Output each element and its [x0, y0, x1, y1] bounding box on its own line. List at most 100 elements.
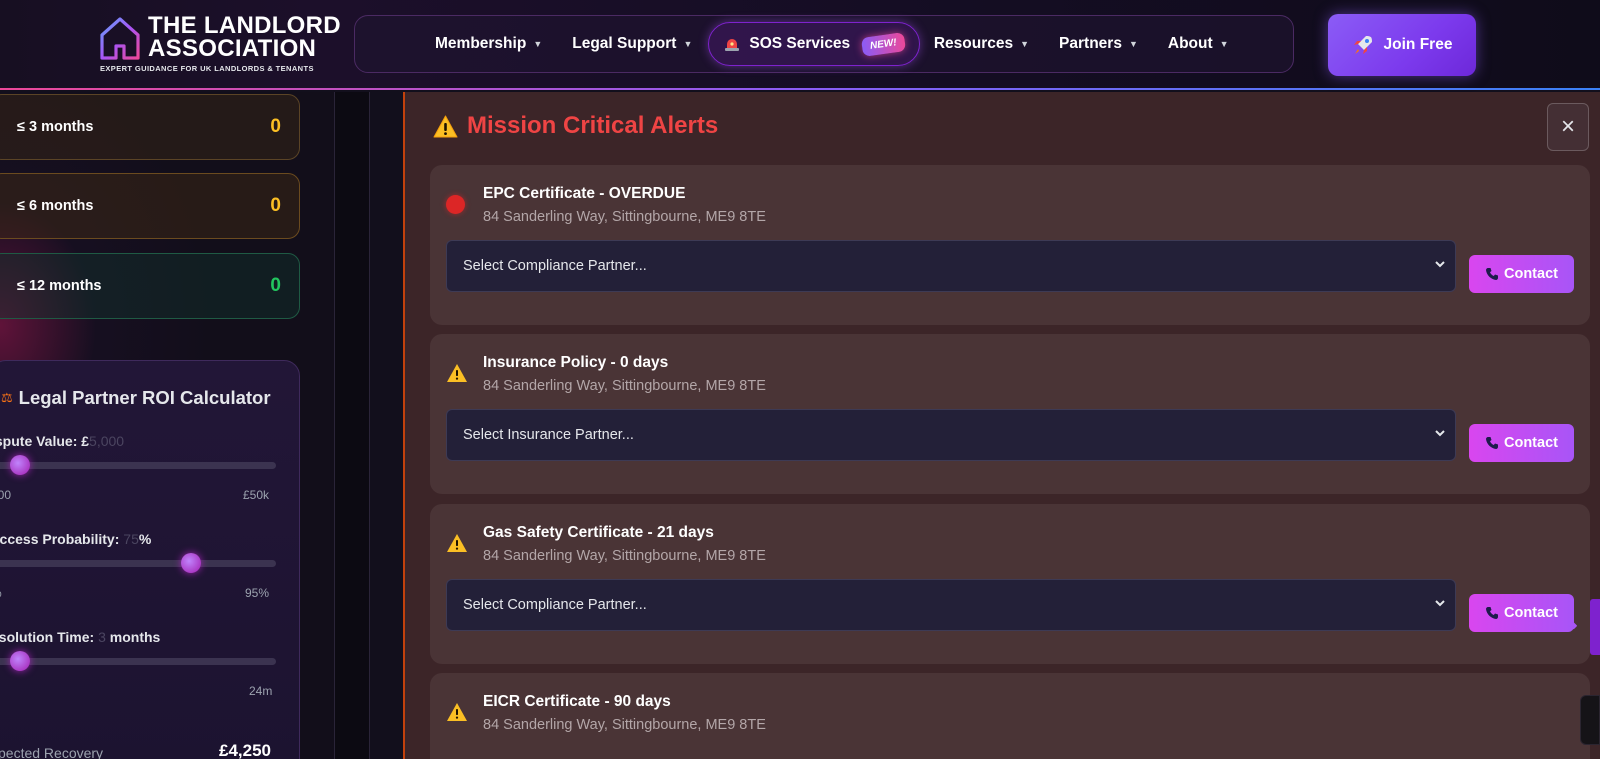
stat-card-6-months[interactable]: ≤ 6 months 0 — [0, 173, 300, 239]
stat-value: 0 — [270, 116, 281, 137]
siren-icon — [725, 39, 740, 51]
modal-title: Mission Critical Alerts — [433, 112, 718, 140]
success-probability-label: uccess Probability: 75% — [0, 531, 151, 547]
success-probability-input[interactable]: 75 — [123, 531, 139, 547]
resolution-time-slider[interactable] — [0, 651, 276, 671]
dispute-value-label: ispute Value: £5,000 — [0, 433, 124, 449]
slider-min-label: % — [0, 586, 2, 600]
nav-resources[interactable]: Resources ▼ — [934, 35, 1029, 53]
contact-button[interactable]: Contact — [1469, 255, 1574, 293]
stat-value: 0 — [270, 275, 281, 296]
stat-card-12-months[interactable]: ≤ 12 months 0 — [0, 253, 300, 319]
alert-card-insurance: Insurance Policy - 0 days 84 Sanderling … — [430, 334, 1590, 494]
expected-recovery-label: xpected Recovery — [0, 745, 104, 759]
success-probability-slider[interactable] — [0, 553, 276, 573]
nav-about[interactable]: About ▼ — [1168, 35, 1229, 53]
nav-resources-label: Resources — [933, 35, 1014, 52]
resolution-time-input[interactable]: 3 — [98, 629, 106, 645]
nav-sos-services[interactable]: SOS Services NEW! — [708, 22, 920, 66]
warning-icon — [447, 364, 467, 382]
resolution-unit: months — [109, 629, 161, 645]
stat-value: 0 — [270, 195, 281, 216]
join-free-label: Join Free — [1383, 36, 1453, 53]
slider-thumb[interactable] — [180, 553, 201, 573]
join-free-button[interactable]: Join Free — [1328, 14, 1476, 76]
contact-label: Contact — [1504, 605, 1558, 621]
alert-title: Insurance Policy - 0 days — [483, 354, 669, 371]
alert-address: 84 Sanderling Way, Sittingbourne, ME9 8T… — [483, 209, 766, 225]
caret-down-icon: ▼ — [1128, 39, 1138, 49]
contact-button[interactable]: Contact — [1469, 594, 1574, 632]
nav-membership[interactable]: Membership ▼ — [435, 35, 542, 53]
slider-min-label: 500 — [0, 488, 12, 502]
nav-sos-label: SOS Services — [749, 35, 851, 52]
side-drawer-tab[interactable] — [1590, 599, 1600, 655]
new-badge: NEW! — [861, 31, 906, 57]
main-nav: Membership ▼ Legal Support ▼ SOS Service… — [354, 15, 1294, 73]
contact-button[interactable]: Contact — [1469, 424, 1574, 462]
brand-name-line1: THE LANDLORD — [148, 12, 341, 39]
stat-label: ≤ 12 months — [17, 278, 102, 294]
dispute-label-text: ispute Value: £ — [0, 433, 90, 449]
nav-legal-support-label: Legal Support — [572, 35, 677, 52]
stat-label: ≤ 3 months — [17, 119, 94, 135]
phone-icon — [1486, 268, 1498, 280]
modal-title-text: Mission Critical Alerts — [467, 112, 719, 139]
warning-icon — [447, 534, 467, 552]
brand-name-line2: ASSOCIATION — [148, 35, 317, 62]
resolution-time-label: esolution Time: 3 months — [0, 629, 160, 645]
slider-thumb[interactable] — [9, 455, 30, 475]
chevron-down-icon — [1435, 600, 1445, 607]
alert-address: 84 Sanderling Way, Sittingbourne, ME9 8T… — [483, 717, 766, 733]
warning-icon — [447, 703, 467, 721]
slider-max-label: 95% — [245, 586, 270, 600]
site-header: THE LANDLORD ASSOCIATION EXPERT GUIDANCE… — [0, 0, 1600, 90]
alert-address: 84 Sanderling Way, Sittingbourne, ME9 8T… — [483, 378, 766, 394]
expected-recovery-value: £4,250 — [219, 741, 271, 759]
partner-select[interactable]: Select Compliance Partner... — [446, 240, 1456, 292]
caret-down-icon: ▼ — [1020, 39, 1030, 49]
close-icon: × — [1560, 113, 1575, 140]
success-unit: % — [138, 531, 152, 547]
stat-card-3-months[interactable]: ≤ 3 months 0 — [0, 94, 300, 160]
slider-max-label: 24m — [249, 684, 273, 698]
roi-title: ⚖ Legal Partner ROI Calculator — [1, 387, 271, 409]
column-divider — [334, 92, 370, 759]
overdue-status-icon — [446, 193, 468, 215]
scroll-corner-button[interactable] — [1580, 695, 1600, 745]
chevron-down-icon — [1435, 430, 1445, 437]
nav-membership-label: Membership — [435, 35, 527, 52]
dispute-value-slider[interactable] — [0, 455, 276, 475]
alert-card-gas-safety: Gas Safety Certificate - 21 days 84 Sand… — [430, 504, 1590, 664]
alert-title: EPC Certificate - OVERDUE — [483, 185, 686, 202]
alert-card-epc: EPC Certificate - OVERDUE 84 Sanderling … — [430, 165, 1590, 325]
partner-select-value: Select Compliance Partner... — [463, 597, 647, 613]
close-modal-button[interactable]: × — [1547, 103, 1589, 151]
roi-title-text: Legal Partner ROI Calculator — [18, 387, 271, 408]
partner-select[interactable]: Select Compliance Partner... — [446, 579, 1456, 631]
alert-card-eicr: EICR Certificate - 90 days 84 Sanderling… — [430, 673, 1590, 759]
mission-critical-alerts-modal: Mission Critical Alerts × EPC Certificat… — [403, 92, 1600, 759]
brand-tagline: EXPERT GUIDANCE FOR UK LANDLORDS & TENAN… — [100, 64, 314, 73]
house-logo-icon — [100, 17, 140, 60]
partner-select-value: Select Insurance Partner... — [463, 427, 634, 443]
caret-down-icon: ▼ — [533, 39, 543, 49]
roi-calculator-card: ⚖ Legal Partner ROI Calculator ispute Va… — [0, 360, 300, 759]
dispute-value-input[interactable]: 5,000 — [89, 433, 124, 449]
partner-select[interactable]: Select Insurance Partner... — [446, 409, 1456, 461]
nav-partners[interactable]: Partners ▼ — [1059, 35, 1138, 53]
slider-max-label: £50k — [243, 488, 270, 502]
resolution-label-text: esolution Time: — [0, 629, 95, 645]
alert-title: Gas Safety Certificate - 21 days — [483, 524, 714, 541]
scales-icon: ⚖ — [1, 390, 13, 405]
chevron-down-icon — [1435, 261, 1445, 268]
phone-icon — [1486, 437, 1498, 449]
alert-title: EICR Certificate - 90 days — [483, 693, 671, 710]
stat-label: ≤ 6 months — [17, 198, 94, 214]
caret-down-icon: ▼ — [1219, 39, 1229, 49]
slider-thumb[interactable] — [9, 651, 30, 671]
caret-down-icon: ▼ — [683, 39, 693, 49]
brand-logo[interactable]: THE LANDLORD ASSOCIATION EXPERT GUIDANCE… — [98, 12, 341, 74]
rocket-icon — [1353, 36, 1372, 54]
nav-legal-support[interactable]: Legal Support ▼ — [572, 35, 692, 53]
